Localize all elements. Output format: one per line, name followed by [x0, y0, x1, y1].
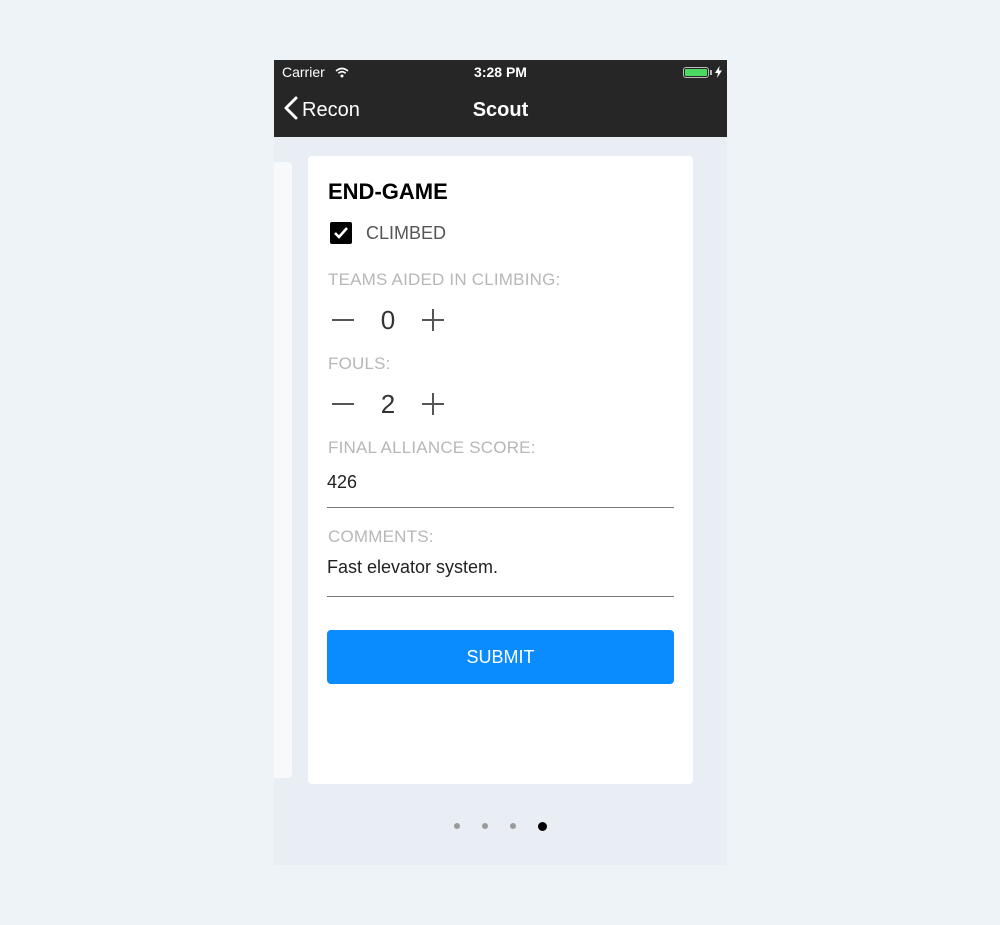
comments-label: COMMENTS:: [328, 527, 434, 546]
battery-icon: [683, 67, 709, 78]
battery-tip: [710, 70, 712, 75]
climbed-checkbox[interactable]: [330, 222, 352, 244]
page-dot-2[interactable]: [482, 823, 488, 829]
teams-aided-increment-button[interactable]: [418, 305, 448, 335]
plus-icon: [422, 393, 444, 415]
fouls-decrement-button[interactable]: [328, 389, 358, 419]
previous-page-card[interactable]: [274, 162, 292, 778]
climbed-checkbox-row[interactable]: CLIMBED: [330, 222, 446, 244]
plus-icon: [422, 309, 444, 331]
teams-aided-stepper: 0: [328, 305, 448, 335]
page-title: Scout: [472, 99, 529, 121]
clock: 3:28 PM: [474, 64, 527, 80]
page-indicator[interactable]: [274, 821, 727, 831]
comments-input[interactable]: Fast elevator system.: [327, 557, 674, 597]
teams-aided-decrement-button[interactable]: [328, 305, 358, 335]
teams-aided-value: 0: [380, 304, 396, 335]
fouls-value: 2: [380, 388, 396, 419]
minus-icon: [332, 403, 354, 405]
fouls-label: FOULS:: [328, 354, 391, 373]
status-bar: Carrier 3:28 PM: [274, 60, 727, 84]
checkmark-icon: [334, 227, 348, 239]
page-dot-3[interactable]: [510, 823, 516, 829]
climbed-label: CLIMBED: [366, 222, 447, 243]
fouls-increment-button[interactable]: [418, 389, 448, 419]
end-game-card: END-GAME CLIMBED TEAMS AIDED IN CLIMBING…: [308, 156, 693, 784]
page-dot-1[interactable]: [454, 823, 460, 829]
section-title: END-GAME: [328, 179, 448, 204]
page-dot-4-active[interactable]: [538, 821, 547, 831]
phone-screen: Carrier 3:28 PM Recon Scout END-GAME CLI…: [274, 60, 727, 865]
navigation-bar: Recon Scout: [274, 84, 727, 137]
charging-bolt-icon: [715, 65, 722, 81]
fouls-stepper: 2: [328, 389, 448, 419]
final-score-input[interactable]: 426: [327, 472, 674, 508]
final-score-label: FINAL ALLIANCE SCORE:: [328, 438, 536, 457]
submit-button[interactable]: SUBMIT: [327, 630, 674, 684]
minus-icon: [332, 319, 354, 321]
teams-aided-label: TEAMS AIDED IN CLIMBING:: [328, 270, 561, 289]
